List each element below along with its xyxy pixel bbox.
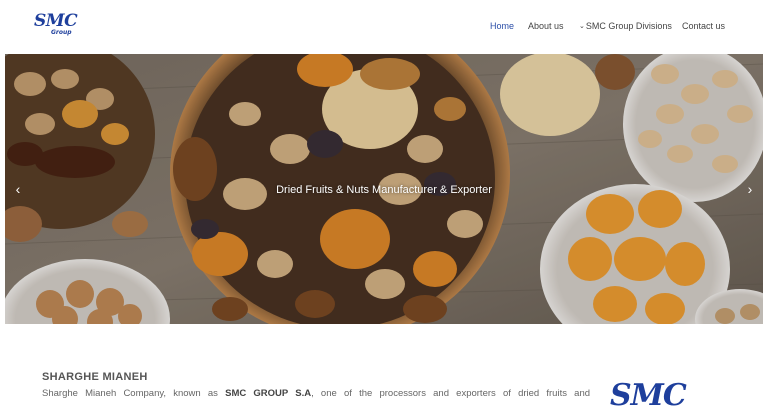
- hero-slider[interactable]: Dried Fruits & Nuts Manufacturer & Expor…: [5, 54, 763, 324]
- main-nav: Home About us ⌄SMC Group Divisions Conta…: [0, 20, 768, 34]
- nav-contact-us[interactable]: Contact us: [682, 20, 725, 32]
- intro-text: Sharghe Mianeh Company, known as: [42, 388, 226, 399]
- company-name: SMC GROUP S.A: [225, 388, 312, 399]
- chevron-left-icon: ‹: [15, 181, 21, 197]
- section-title: SHARGHE MIANEH: [42, 371, 148, 383]
- section-text: Sharghe Mianeh Company, known as SMC GRO…: [42, 387, 590, 401]
- chevron-down-icon: ⌄: [579, 23, 585, 30]
- intro-text-continued: , one of the processors and exporters of…: [311, 388, 591, 399]
- nav-home[interactable]: Home: [490, 20, 514, 32]
- nav-divisions-label: SMC Group Divisions: [585, 21, 672, 31]
- nav-about-us[interactable]: About us: [528, 20, 564, 32]
- smc-logo-large: SMC: [610, 378, 687, 413]
- chevron-right-icon: ›: [747, 181, 753, 197]
- hero-caption: Dried Fruits & Nuts Manufacturer & Expor…: [276, 184, 492, 196]
- slider-next-button[interactable]: ›: [743, 180, 757, 198]
- nav-smc-group-divisions[interactable]: ⌄SMC Group Divisions: [579, 20, 672, 34]
- site-header: SMC Group Home About us ⌄SMC Group Divis…: [0, 0, 768, 54]
- slider-prev-button[interactable]: ‹: [11, 180, 25, 198]
